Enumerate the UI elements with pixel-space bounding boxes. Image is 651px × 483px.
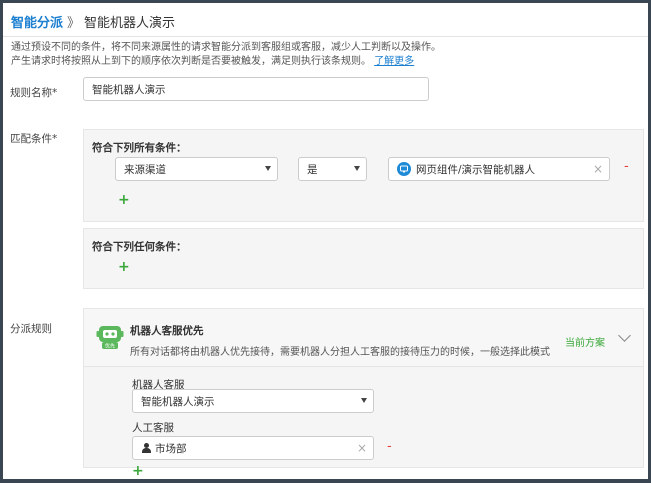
description-line-1: 通过预设不同的条件，将不同来源属性的请求智能分派到客服组或客服，减少人工判断以及…	[11, 42, 441, 53]
condition-operator-value: 是	[307, 163, 318, 176]
any-conditions-panel: 符合下列任何条件： +	[83, 228, 644, 289]
learn-more-link[interactable]: 了解更多	[374, 56, 414, 67]
caret-down-icon	[354, 166, 360, 171]
clear-icon[interactable]: ×	[357, 442, 367, 454]
condition-field-select[interactable]: 来源渠道	[115, 157, 278, 181]
rule-name-label: 规则名称*	[10, 87, 58, 99]
caret-down-icon	[265, 166, 271, 171]
robot-icon: 优先	[96, 326, 124, 350]
strategy-title: 机器人客服优先	[130, 325, 204, 337]
web-widget-icon	[397, 162, 411, 176]
condition-operator-select[interactable]: 是	[298, 157, 367, 181]
rule-name-input[interactable]: 智能机器人演示	[83, 77, 429, 101]
strategy-description: 所有对话都将由机器人优先接待，需要机器人分担人工客服的接待压力的时候，一般选择此…	[130, 347, 550, 358]
breadcrumb: 智能分派 》 智能机器人演示	[11, 12, 175, 31]
page-title: 智能机器人演示	[84, 16, 176, 31]
robot-agent-value: 智能机器人演示	[141, 395, 215, 408]
chevron-down-icon[interactable]	[618, 329, 631, 342]
breadcrumb-separator: 》	[67, 16, 81, 31]
caret-down-icon	[361, 398, 367, 403]
strategy-header[interactable]: 优先 机器人客服优先 所有对话都将由机器人优先接待，需要机器人分担人工客服的接待…	[84, 309, 643, 367]
current-plan-badge: 当前方案	[565, 338, 605, 349]
add-human-agent-button[interactable]: +	[132, 464, 144, 478]
dispatch-strategy-card: 优先 机器人客服优先 所有对话都将由机器人优先接待，需要机器人分担人工客服的接待…	[83, 308, 644, 478]
app-window: 智能分派 》 智能机器人演示 通过预设不同的条件，将不同来源属性的请求智能分派到…	[0, 0, 651, 483]
condition-field-value: 来源渠道	[124, 163, 166, 176]
any-conditions-title: 符合下列任何条件：	[92, 241, 187, 253]
svg-text:优先: 优先	[105, 343, 115, 350]
robot-agent-select[interactable]: 智能机器人演示	[132, 389, 374, 413]
all-conditions-panel: 符合下列所有条件： 来源渠道 是 网页组件/演示智能机器人 × - +	[83, 129, 644, 222]
all-conditions-title: 符合下列所有条件：	[92, 142, 187, 154]
human-agent-label: 人工客服	[132, 422, 174, 434]
human-agent-value: 市场部	[155, 442, 187, 455]
description-line-2: 产生请求时将按照从上到下的顺序依次判断是否要被触发，满足则执行该条规则。 了解更…	[11, 56, 415, 67]
page-description: 通过预设不同的条件，将不同来源属性的请求智能分派到客服组或客服，减少人工判断以及…	[11, 41, 441, 69]
human-agent-select[interactable]: 市场部 ×	[132, 436, 374, 460]
rule-name-value: 智能机器人演示	[92, 83, 166, 96]
condition-value-text: 网页组件/演示智能机器人	[416, 163, 536, 176]
person-icon	[141, 442, 151, 454]
breadcrumb-root-link[interactable]: 智能分派	[11, 12, 63, 31]
header-divider	[3, 36, 648, 37]
condition-value-select[interactable]: 网页组件/演示智能机器人 ×	[388, 157, 610, 181]
add-any-condition-button[interactable]: +	[118, 260, 130, 274]
match-conditions-label: 匹配条件*	[10, 133, 58, 145]
clear-icon[interactable]: ×	[593, 163, 603, 175]
add-all-condition-button[interactable]: +	[118, 193, 130, 207]
remove-condition-button[interactable]: -	[624, 160, 629, 173]
dispatch-rules-label: 分派规则	[10, 323, 52, 335]
remove-human-agent-button[interactable]: -	[387, 440, 392, 453]
